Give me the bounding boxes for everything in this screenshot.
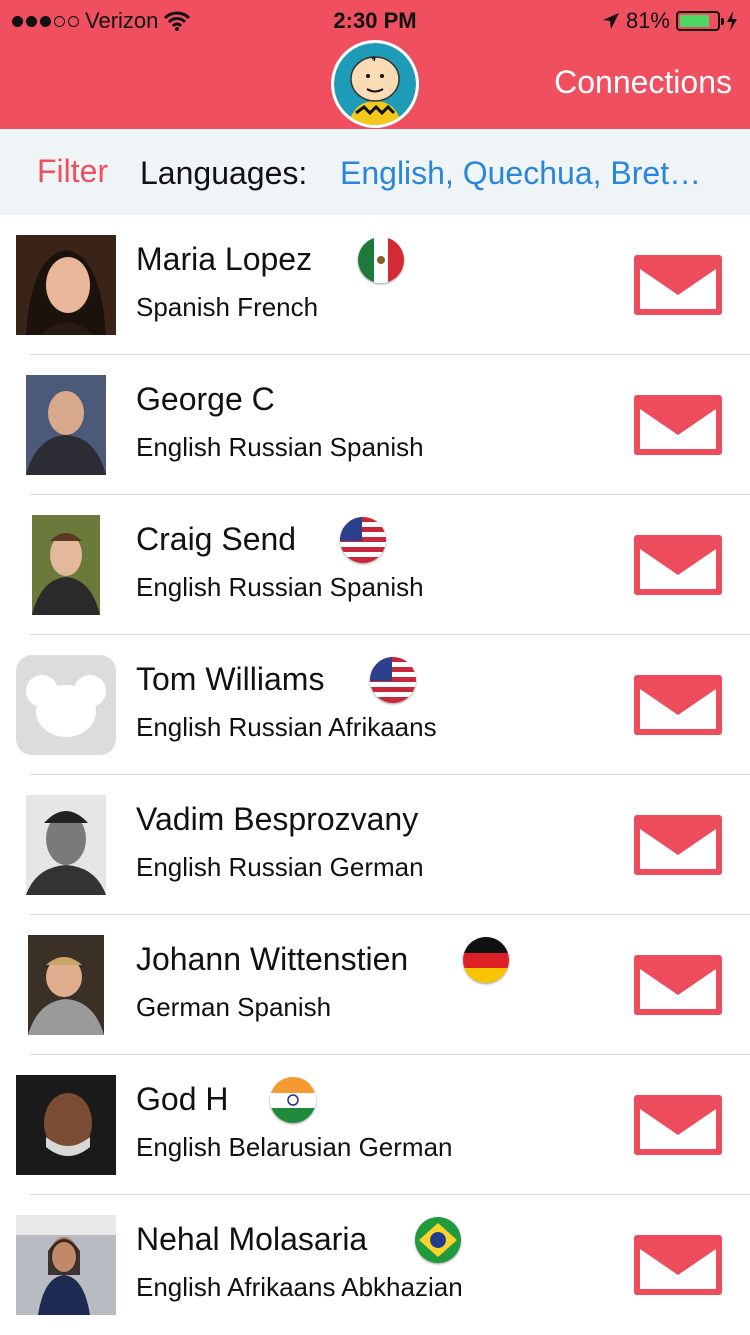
avatar xyxy=(16,935,116,1035)
usa-flag-icon xyxy=(370,657,416,703)
status-bar: Verizon 2:30 PM 81% xyxy=(0,0,750,40)
mexico-flag-icon xyxy=(358,237,404,283)
message-button[interactable] xyxy=(634,395,722,455)
avatar xyxy=(16,655,116,755)
message-button[interactable] xyxy=(634,955,722,1015)
battery-icon xyxy=(676,11,724,31)
avatar xyxy=(16,235,116,335)
list-item[interactable]: God H English Belarusian German xyxy=(0,1055,750,1195)
contact-languages: English Russian Spanish xyxy=(136,432,424,462)
message-button[interactable] xyxy=(634,255,722,315)
contact-languages: Spanish French xyxy=(136,292,319,322)
contact-name: God H xyxy=(136,1081,229,1117)
filter-button[interactable]: Filter xyxy=(37,153,108,190)
mail-icon xyxy=(640,269,716,309)
message-button[interactable] xyxy=(634,535,722,595)
list-item[interactable]: Craig Send English Russian Spanish xyxy=(0,495,750,635)
message-button[interactable] xyxy=(634,1235,722,1295)
battery-percent: 81% xyxy=(625,8,670,33)
contact-name: Maria Lopez xyxy=(136,241,313,277)
message-button[interactable] xyxy=(634,1095,722,1155)
message-button[interactable] xyxy=(634,675,722,735)
languages-label: Languages: xyxy=(140,155,308,191)
nav-bar: Verizon 2:30 PM 81% Connections xyxy=(0,0,750,129)
mail-icon xyxy=(640,1249,716,1289)
contact-languages: English Afrikaans Abkhazian xyxy=(136,1272,463,1302)
contact-languages: English Russian German xyxy=(136,852,424,882)
mail-icon xyxy=(640,969,716,1009)
mail-icon xyxy=(640,1109,716,1149)
india-flag-icon xyxy=(270,1077,316,1123)
connections-title[interactable]: Connections xyxy=(554,64,732,101)
profile-avatar[interactable] xyxy=(331,40,419,128)
avatar xyxy=(16,1215,116,1315)
brazil-flag-icon xyxy=(415,1217,461,1263)
usa-flag-icon xyxy=(340,517,386,563)
germany-flag-icon xyxy=(463,937,509,983)
list-item[interactable]: Maria Lopez Spanish French xyxy=(0,215,750,355)
mail-icon xyxy=(640,829,716,869)
mail-icon xyxy=(640,549,716,589)
location-icon xyxy=(602,13,619,29)
contact-languages: English Russian Spanish xyxy=(136,572,424,602)
list-item[interactable]: Nehal Molasaria English Afrikaans Abkhaz… xyxy=(0,1195,750,1335)
avatar xyxy=(16,375,116,475)
contact-name: Nehal Molasaria xyxy=(136,1221,368,1257)
list-item[interactable]: Tom Williams English Russian Afrikaans xyxy=(0,635,750,775)
avatar xyxy=(16,795,116,895)
avatar xyxy=(16,1075,116,1175)
contact-name: Vadim Besprozvany xyxy=(136,801,419,837)
contact-name: George C xyxy=(136,381,275,417)
charging-icon xyxy=(727,11,737,31)
mail-icon xyxy=(640,689,716,729)
languages-selector[interactable]: English, Quechua, Bret… xyxy=(340,155,701,192)
contact-name: Tom Williams xyxy=(136,661,325,697)
contacts-list: Maria Lopez Spanish French George C Engl… xyxy=(0,215,750,1335)
contact-languages: German Spanish xyxy=(136,992,332,1022)
contact-languages: English Russian Afrikaans xyxy=(136,712,437,742)
avatar xyxy=(16,515,116,615)
mail-icon xyxy=(640,409,716,449)
contact-name: Craig Send xyxy=(136,521,297,557)
list-item[interactable]: George C English Russian Spanish xyxy=(0,355,750,495)
list-item[interactable]: Johann Wittenstien German Spanish xyxy=(0,915,750,1055)
contact-languages: English Belarusian German xyxy=(136,1132,453,1162)
filter-bar: Filter Languages: English, Quechua, Bret… xyxy=(0,129,750,215)
list-item[interactable]: Vadim Besprozvany English Russian German xyxy=(0,775,750,915)
contact-name: Johann Wittenstien xyxy=(136,941,409,977)
message-button[interactable] xyxy=(634,815,722,875)
